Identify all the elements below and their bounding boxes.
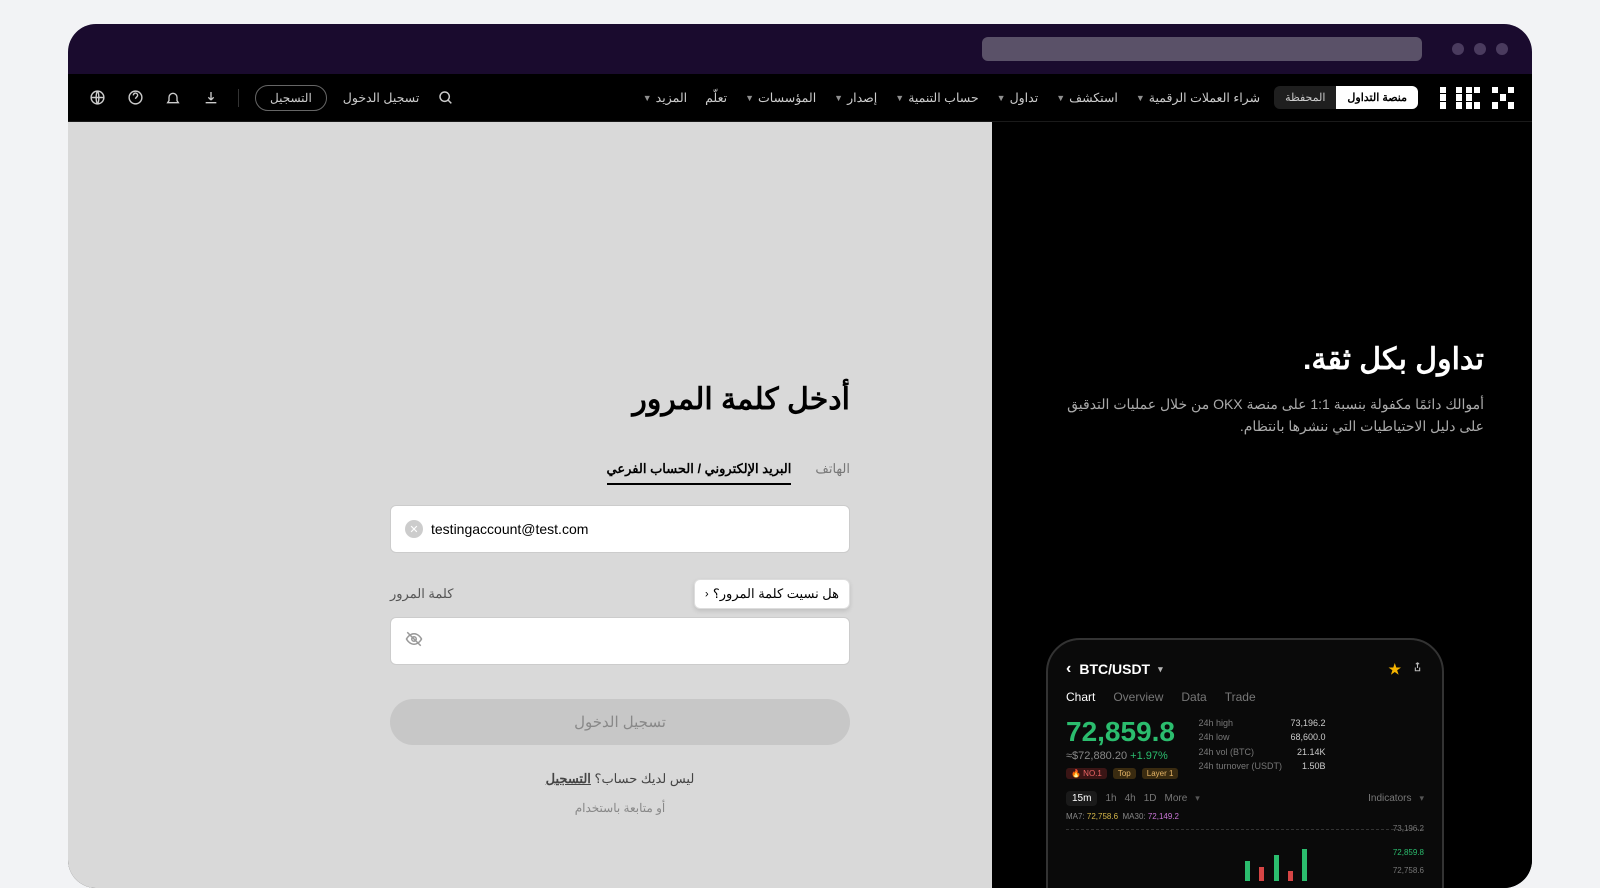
nav-institutional[interactable]: المؤسسات▼	[745, 90, 816, 105]
tag-hot: 🔥 NO.1	[1066, 768, 1107, 779]
star-icon: ★	[1388, 661, 1401, 678]
tab-phone[interactable]: الهاتف	[815, 461, 850, 485]
download-icon[interactable]	[200, 87, 222, 109]
login-link[interactable]: تسجيل الدخول	[343, 90, 420, 105]
primary-nav: شراء العملات الرقمية▼ استكشف▼ تداول▼ حسا…	[643, 90, 1260, 105]
phone-tab-overview: Overview	[1113, 690, 1163, 704]
chevron-down-icon: ▼	[745, 93, 754, 103]
chevron-down-icon: ▾	[1158, 664, 1163, 675]
ma-row: MA7: 72,758.6 MA30: 72,149.2	[1066, 812, 1424, 821]
nav-trade[interactable]: تداول▼	[997, 90, 1039, 105]
divider	[238, 89, 239, 107]
chevron-down-icon: ▼	[643, 93, 652, 103]
login-submit-button[interactable]: تسجيل الدخول	[390, 699, 850, 745]
signup-link[interactable]: التسجيل	[546, 771, 591, 786]
toggle-wallet[interactable]: المحفظة	[1274, 86, 1336, 109]
nav-more[interactable]: المزيد▼	[643, 90, 687, 105]
tab-email[interactable]: البريد الإلكتروني / الحساب الفرعي	[607, 461, 792, 485]
password-input[interactable]	[431, 633, 835, 649]
forgot-password-link[interactable]: هل نسيت كلمة المرور؟ ›	[694, 579, 850, 609]
okx-logo[interactable]	[1440, 87, 1514, 109]
chevron-down-icon: ▼	[834, 93, 843, 103]
mode-toggle: منصة التداول المحفظة	[1274, 86, 1418, 109]
window-controls	[1452, 43, 1508, 55]
close-dot[interactable]	[1452, 43, 1464, 55]
hero-title: تداول بكل ثقة.	[1046, 342, 1484, 377]
price-sub: ≈$72,880.20 +1.97%	[1066, 750, 1178, 762]
url-bar[interactable]	[982, 37, 1422, 61]
browser-chrome	[68, 24, 1532, 74]
nav-discover[interactable]: استكشف▼	[1056, 90, 1118, 105]
email-field-wrapper: ✕	[390, 505, 850, 553]
language-icon[interactable]	[86, 87, 108, 109]
hero-subtitle: أموالك دائمًا مكفولة بنسبة 1:1 على منصة …	[1046, 393, 1484, 438]
phone-mockup: ‹ BTC/USDT ▾ ★ Chart Overview D	[1046, 638, 1444, 888]
trading-pair: BTC/USDT	[1079, 661, 1150, 677]
login-method-tabs: الهاتف البريد الإلكتروني / الحساب الفرعي	[390, 461, 850, 485]
timeframe-row: 15m 1h 4h 1D More▾ Indicators▾	[1066, 791, 1424, 806]
eye-off-icon[interactable]	[405, 630, 423, 653]
password-field-wrapper	[390, 617, 850, 665]
chart-area: 73,196.2 72,859.8 72,758.6	[1066, 829, 1424, 885]
stats: 24h high73,196.2 24h low68,600.0 24h vol…	[1198, 716, 1325, 779]
login-title: أدخل كلمة المرور	[390, 382, 850, 417]
hero-panel: تداول بكل ثقة. أموالك دائمًا مكفولة بنسب…	[992, 122, 1532, 888]
chevron-down-icon: ▼	[895, 93, 904, 103]
minimize-dot[interactable]	[1474, 43, 1486, 55]
top-navigation: منصة التداول المحفظة شراء العملات الرقمي…	[68, 74, 1532, 122]
toggle-trading[interactable]: منصة التداول	[1336, 86, 1418, 109]
signup-prompt: ليس لديك حساب؟ التسجيل	[390, 771, 850, 787]
login-panel: أدخل كلمة المرور الهاتف البريد الإلكترون…	[68, 122, 992, 888]
maximize-dot[interactable]	[1496, 43, 1508, 55]
or-continue: أو متابعة باستخدام	[390, 801, 850, 815]
clear-icon[interactable]: ✕	[405, 520, 423, 538]
chevron-down-icon: ▼	[1136, 93, 1145, 103]
search-icon[interactable]	[435, 87, 457, 109]
tag-top: Top	[1113, 768, 1136, 779]
chevron-down-icon: ▼	[997, 93, 1006, 103]
nav-issue[interactable]: إصدار▼	[834, 90, 877, 105]
chevron-down-icon: ▼	[1056, 93, 1065, 103]
email-input[interactable]	[431, 521, 835, 537]
price-main: 72,859.8	[1066, 716, 1178, 748]
phone-tab-chart: Chart	[1066, 690, 1095, 704]
password-label: كلمة المرور	[390, 586, 453, 602]
help-icon[interactable]	[124, 87, 146, 109]
notification-icon[interactable]	[162, 87, 184, 109]
back-icon: ‹	[1066, 660, 1071, 678]
nav-grow[interactable]: حساب التنمية▼	[895, 90, 978, 105]
share-icon	[1411, 661, 1424, 678]
tag-layer: Layer 1	[1142, 768, 1179, 779]
phone-tab-trade: Trade	[1225, 690, 1256, 704]
nav-learn[interactable]: تعلّم	[705, 90, 727, 105]
signup-button[interactable]: التسجيل	[255, 85, 327, 111]
phone-tab-data: Data	[1181, 690, 1206, 704]
chevron-left-icon: ›	[705, 588, 709, 600]
nav-buy-crypto[interactable]: شراء العملات الرقمية▼	[1136, 90, 1260, 105]
